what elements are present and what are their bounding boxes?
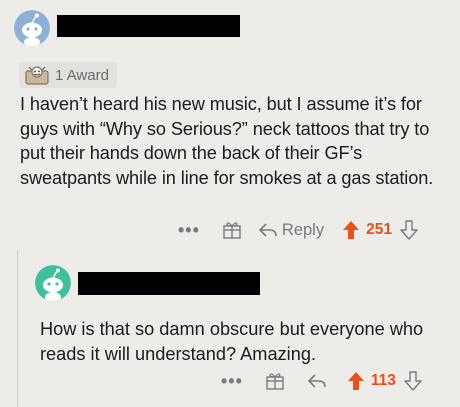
reply-button[interactable]: Reply	[258, 221, 324, 240]
reply-label: Reply	[281, 220, 325, 239]
reply-user-avatar[interactable]	[35, 265, 71, 301]
score-count: 113	[370, 372, 396, 389]
award-count-label: 1 Award	[55, 66, 109, 84]
upvote-arrow-icon[interactable]	[342, 220, 360, 240]
comment-action-bar: ••• Reply 251	[178, 219, 418, 241]
snoo-avatar-icon	[14, 10, 50, 46]
score-count: 251	[366, 221, 392, 238]
snoo-avatar-icon	[35, 265, 71, 301]
give-award-icon[interactable]	[265, 371, 285, 391]
username-redaction	[57, 15, 240, 37]
give-award-icon[interactable]	[222, 220, 242, 240]
reply-arrow-icon	[259, 223, 277, 237]
more-options-button[interactable]: •••	[221, 371, 243, 392]
award-badge[interactable]: 1 Award	[19, 62, 117, 88]
reply-arrow-icon[interactable]	[307, 372, 327, 390]
upvote-arrow-icon[interactable]	[347, 371, 365, 391]
reply-text: How is that so damn obscure but everyone…	[40, 319, 424, 364]
user-avatar[interactable]	[14, 10, 50, 46]
more-options-button[interactable]: •••	[178, 220, 200, 241]
thread-line[interactable]	[17, 250, 18, 407]
downvote-arrow-icon[interactable]	[400, 220, 418, 240]
comment-text: I haven’t heard his new music, but I ass…	[20, 94, 434, 188]
reply-action-bar: ••• 113	[221, 370, 422, 392]
downvote-arrow-icon[interactable]	[404, 371, 422, 391]
award-icon	[25, 66, 49, 85]
reply-username-redaction	[78, 272, 260, 295]
